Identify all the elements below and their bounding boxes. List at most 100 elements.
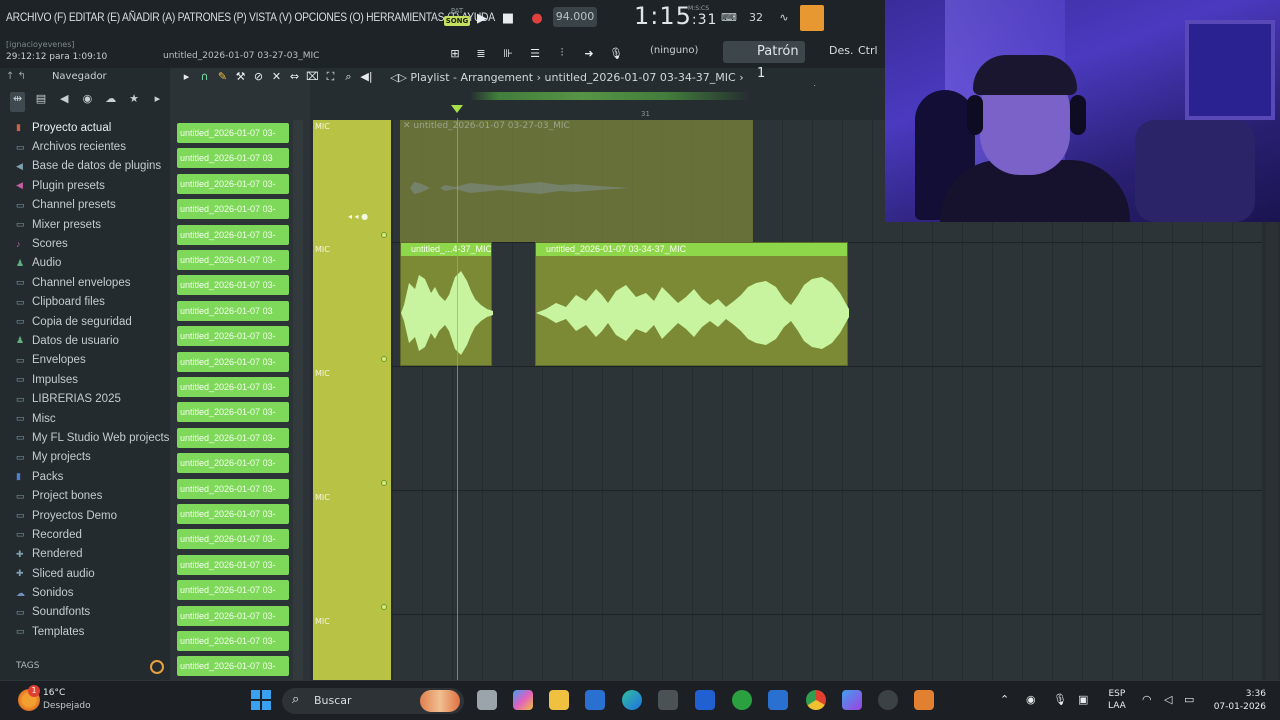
file-icon[interactable]: ▤ xyxy=(33,92,48,112)
channel-button[interactable]: untitled_2026-01-07 03- xyxy=(177,580,289,601)
undo-button[interactable]: Des. xyxy=(829,44,853,57)
browser-icon[interactable]: ☰ xyxy=(523,41,547,65)
channel-button[interactable]: untitled_2026-01-07 03- xyxy=(177,656,289,677)
display-icon[interactable]: ▣ xyxy=(1078,693,1088,706)
tempo-display[interactable]: 94.000 xyxy=(553,7,597,27)
channel-button[interactable]: untitled_2026-01-07 03- xyxy=(177,402,289,423)
channel-button[interactable]: untitled_2026-01-07 03- xyxy=(177,554,289,575)
channel-button[interactable]: untitled_2026-01-07 03- xyxy=(177,631,289,651)
browser-item[interactable]: ▭ Recorded xyxy=(16,525,170,544)
obs-icon[interactable] xyxy=(878,690,898,710)
browser-item[interactable]: ▭ Envelopes xyxy=(16,351,170,370)
browser-item[interactable]: ◀ Base de datos de plugins xyxy=(16,157,170,176)
zoom-icon[interactable]: ⌕ xyxy=(342,70,355,86)
pattern-selector[interactable]: Patrón 1 xyxy=(723,41,805,81)
channel-button[interactable]: untitled_2026-01-07 03- xyxy=(177,250,289,270)
32-icon[interactable]: 32 xyxy=(745,7,767,29)
track-mute-led[interactable] xyxy=(381,480,387,486)
channel-button[interactable]: untitled_2026-01-07 03- xyxy=(177,453,289,474)
channel-rack-icon[interactable]: ≣ xyxy=(469,41,493,65)
keyboard-icon[interactable]: ⌨ xyxy=(718,7,740,29)
wave-icon[interactable]: ∿ xyxy=(773,7,795,29)
browser-item[interactable]: ▭ My FL Studio Web projects xyxy=(16,428,170,447)
browser-item[interactable]: ▭ Clipboard files xyxy=(16,293,170,312)
track-controls[interactable]: ◂ ◂ ● xyxy=(348,212,388,224)
picker-scrollbar[interactable] xyxy=(293,120,303,680)
browser-item[interactable]: ♟ Datos de usuario xyxy=(16,331,170,350)
chrome-icon[interactable] xyxy=(806,690,826,710)
browser-item[interactable]: ▮ Packs xyxy=(16,467,170,486)
playlist-icon[interactable]: ⊞ xyxy=(443,41,467,65)
speaker-icon[interactable]: ◀ xyxy=(57,92,72,112)
pencil-icon[interactable]: ✎ xyxy=(216,70,229,86)
track-mute-led[interactable] xyxy=(381,604,387,610)
microphone-icon[interactable]: 🎙 xyxy=(1053,693,1067,706)
browser-item[interactable]: ▭ LIBRERIAS 2025 xyxy=(16,389,170,408)
playback-icon[interactable]: ◀| xyxy=(360,70,373,86)
channel-button[interactable]: untitled_2026-01-07 03- xyxy=(177,529,289,550)
weather-condition[interactable]: Despejado xyxy=(43,701,91,711)
next-icon[interactable]: ▸ xyxy=(150,92,165,112)
channel-button[interactable]: untitled_2026-01-07 03- xyxy=(177,351,289,372)
plugin-icon[interactable]: ◉ xyxy=(80,92,95,112)
audio-clip[interactable]: untitled_2026-01-07 03-34-37_MIC xyxy=(535,242,849,366)
arrangement-name[interactable]: untitled_2026-01-07 03-34-37_MIC xyxy=(545,71,736,84)
track-mute-led[interactable] xyxy=(381,232,387,238)
browser-item[interactable]: ▭ Mixer presets xyxy=(16,215,170,234)
record-icon[interactable]: ● xyxy=(525,6,549,30)
browser-item[interactable]: ♟ Audio xyxy=(16,254,170,273)
play-icon[interactable]: ▶ xyxy=(470,6,494,30)
volume-icon[interactable]: ◁ xyxy=(1164,693,1172,706)
app-icon-2[interactable] xyxy=(842,690,862,710)
battery-icon[interactable]: ▭ xyxy=(1184,693,1194,706)
clip-header[interactable]: untitled_...4-37_MIC xyxy=(401,243,491,256)
arrow-icon[interactable]: ➜ xyxy=(577,41,601,65)
fl-studio-icon[interactable] xyxy=(914,690,934,710)
playlist-overview[interactable] xyxy=(470,92,750,100)
channel-button[interactable]: untitled_2026-01-07 03- xyxy=(177,326,289,347)
playhead-marker[interactable] xyxy=(451,105,463,113)
browser-item[interactable]: ✚ Sliced audio xyxy=(16,564,170,583)
stop-icon[interactable]: ■ xyxy=(496,6,520,30)
star-icon[interactable]: ★ xyxy=(126,92,141,112)
main-menu[interactable]: ARCHIVO (F) EDITAR (E) AÑADIR (A) PATRON… xyxy=(6,10,495,24)
browser-item[interactable]: ▭ Misc xyxy=(16,409,170,428)
browser-item[interactable]: ▭ Channel envelopes xyxy=(16,273,170,292)
menu-arrow-icon[interactable]: ▸ xyxy=(180,70,193,86)
onedrive-icon[interactable]: ◉ xyxy=(1026,693,1036,706)
channel-button[interactable]: untitled_2026-01-07 03- xyxy=(177,377,289,397)
weather-temp[interactable]: 16°C xyxy=(43,688,65,698)
xbox-icon[interactable] xyxy=(732,690,752,710)
browser-item[interactable]: ▭ Templates xyxy=(16,622,170,641)
select-icon[interactable]: ⛶ xyxy=(324,70,337,86)
audio-clip-ghost[interactable]: ✕ untitled_2026-01-07 03-27-03_MIC xyxy=(400,120,753,242)
pattern-none-select[interactable]: (ninguno) xyxy=(650,45,698,56)
browser-item[interactable]: ◀ Plugin presets xyxy=(16,176,170,195)
channel-button[interactable]: untitled_2026-01-07 03- xyxy=(177,123,289,143)
chevron-up-icon[interactable]: ⌃ xyxy=(1000,693,1009,706)
channel-button[interactable]: untitled_2026-01-07 03- xyxy=(177,427,289,448)
task-view-icon[interactable] xyxy=(477,690,497,710)
channel-button[interactable]: untitled_2026-01-07 03- xyxy=(177,275,289,296)
track-name[interactable]: MIC xyxy=(315,122,330,131)
mail-icon[interactable] xyxy=(768,690,788,710)
slip-icon[interactable]: ⇔ xyxy=(288,70,301,86)
language-indicator[interactable]: ESP LAA xyxy=(1108,688,1126,712)
channel-button[interactable]: untitled_2026-01-07 03- xyxy=(177,478,289,499)
wifi-icon[interactable]: ◠ xyxy=(1142,693,1152,706)
channel-button[interactable]: untitled_2026-01-07 03 xyxy=(177,148,289,169)
browser-item[interactable]: ▭ Proyectos Demo xyxy=(16,506,170,525)
start-button[interactable] xyxy=(251,690,271,710)
app-icon[interactable] xyxy=(658,690,678,710)
copilot-icon[interactable] xyxy=(513,690,533,710)
track-name[interactable]: MIC xyxy=(315,493,330,502)
browser-item[interactable]: ▭ Archivos recientes xyxy=(16,137,170,156)
browser-item[interactable]: ▭ Impulses xyxy=(16,370,170,389)
browser-item[interactable]: ☁ Sonidos xyxy=(16,583,170,602)
delete-icon[interactable]: ⊘ xyxy=(252,70,265,86)
browser-item[interactable]: ▭ Project bones xyxy=(16,486,170,505)
search-box[interactable]: ⌕ Buscar xyxy=(282,688,464,714)
file-explorer-icon[interactable] xyxy=(549,690,569,710)
piano-roll-icon[interactable]: ⊪ xyxy=(496,41,520,65)
browser-item[interactable]: ▭ My projects xyxy=(16,448,170,467)
